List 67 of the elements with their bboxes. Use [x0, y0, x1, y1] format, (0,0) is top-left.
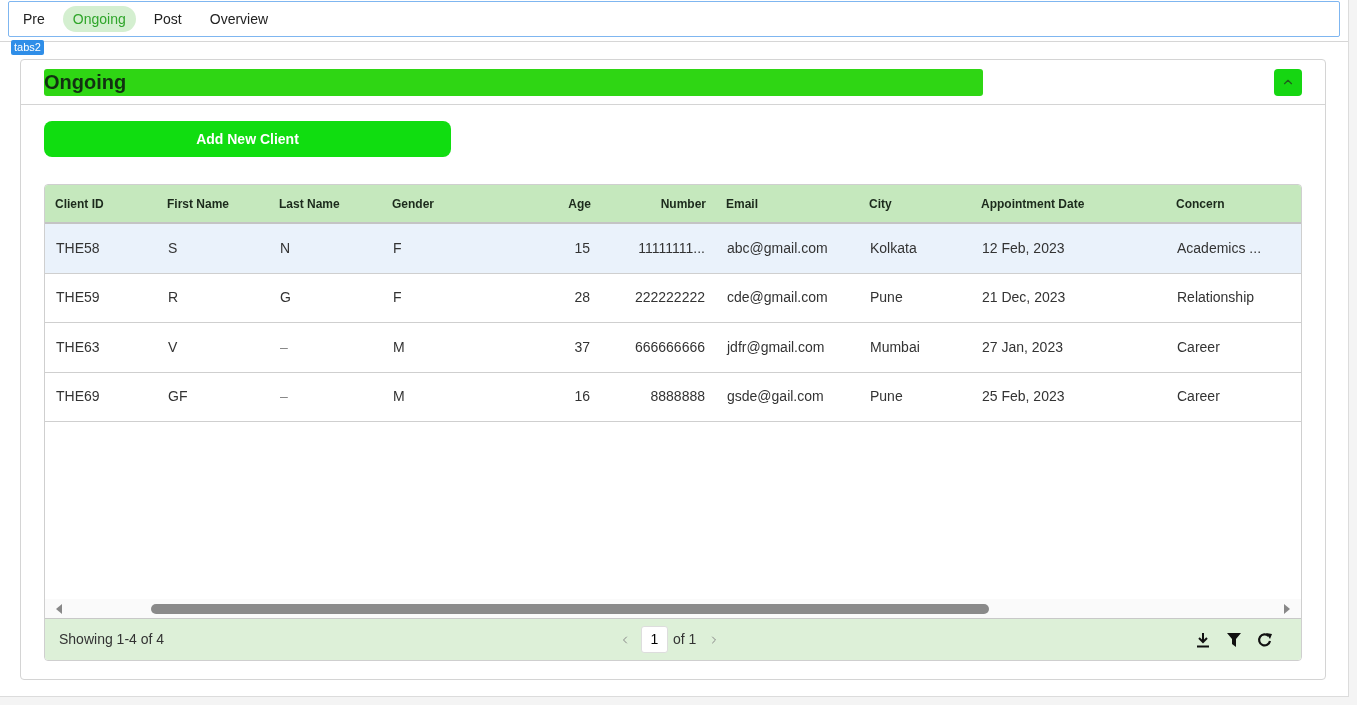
table-cell-text: 222222222 [634, 288, 705, 308]
table-cell-text: 37 [574, 337, 590, 357]
table-cell-text: F [393, 238, 402, 258]
table-cell-text: Pune [870, 387, 903, 407]
table-cell-text: V [168, 337, 178, 357]
horizontal-scrollbar[interactable] [45, 599, 1301, 618]
table-cell-text: 16 [574, 387, 590, 407]
table-cell-text: S [168, 238, 178, 258]
table-cell-text: F [393, 288, 402, 308]
download-icon[interactable] [1195, 631, 1211, 648]
filter-icon[interactable] [1227, 631, 1241, 648]
tab[interactable]: Overview [199, 6, 279, 32]
refresh-icon[interactable] [1257, 631, 1273, 648]
component-tag: tabs2 [11, 40, 44, 55]
column-header[interactable]: Concern [1176, 194, 1225, 213]
table-cell-text: Career [1177, 337, 1220, 357]
column-header[interactable]: Number [660, 194, 706, 213]
table-cell-text: Academics ... [1177, 238, 1262, 258]
table-row[interactable]: THE58 S N F 15 11111111... abc@gmail.com Kolkata 12 Feb, 2023 Academics ... [45, 224, 1301, 274]
table-cell-text: THE69 [56, 387, 100, 407]
table-cell-text: 27 Jan, 2023 [982, 337, 1063, 357]
column-header[interactable]: First Name [167, 194, 230, 213]
table-cell-text: 15 [574, 238, 590, 258]
table-cell-text: THE58 [56, 238, 100, 258]
table-cell-text: abc@gmail.com [727, 238, 828, 258]
row-count-text: Showing 1-4 of 4 [59, 630, 166, 649]
section-title: Ongoing [44, 68, 983, 96]
column-header[interactable]: Appointment Date [981, 194, 1085, 213]
collapse-button[interactable] [1274, 68, 1302, 96]
table-cell-text: Relationship [1177, 288, 1255, 308]
table-cell-text: cde@gmail.com [727, 288, 828, 308]
page-input[interactable]: 1 [641, 626, 668, 653]
table-cell-text: 28 [574, 288, 590, 308]
table-cell-text: Pune [870, 288, 903, 308]
tab[interactable]: Post [143, 6, 192, 32]
table-cell-text: Mumbai [870, 337, 920, 357]
column-header[interactable]: Age [568, 194, 591, 213]
table-cell-text: 666666666 [634, 337, 705, 357]
table-cell-text: THE63 [56, 337, 100, 357]
table-cell-text: – [280, 337, 288, 357]
table-cell-text: R [168, 288, 179, 308]
table-cell-text: 12 Feb, 2023 [982, 238, 1065, 258]
table-cell-text: N [280, 238, 291, 258]
table-cell-text: 21 Dec, 2023 [982, 288, 1066, 308]
column-header[interactable]: Gender [392, 194, 434, 213]
table-cell-text: 8888888 [650, 387, 705, 407]
table-cell-text: jdfr@gmail.com [727, 337, 825, 357]
scrollbar-thumb[interactable] [151, 603, 989, 614]
column-header[interactable]: City [869, 194, 892, 213]
page-total-text: of 1 [673, 630, 697, 649]
table-cell-text: THE59 [56, 288, 100, 308]
table-cell-text: 25 Feb, 2023 [982, 387, 1065, 407]
table-cell-text: M [393, 337, 405, 357]
scroll-left-icon [55, 603, 63, 614]
column-header[interactable]: Last Name [279, 194, 340, 213]
table-cell-text: 11111111... [638, 238, 705, 258]
tab[interactable]: Pre [13, 6, 55, 32]
table-cell-text: GF [168, 387, 188, 407]
table-cell-text: G [280, 288, 291, 308]
column-header[interactable]: Email [726, 194, 758, 213]
scroll-right-icon [1283, 603, 1291, 614]
column-header[interactable]: Client ID [55, 194, 104, 213]
table-cell-text: gsde@gail.com [727, 387, 824, 407]
table-cell-text: Kolkata [870, 238, 917, 258]
table-cell-text: – [280, 387, 288, 407]
table-cell-text: M [393, 387, 405, 407]
table-cell-text: Career [1177, 387, 1220, 407]
